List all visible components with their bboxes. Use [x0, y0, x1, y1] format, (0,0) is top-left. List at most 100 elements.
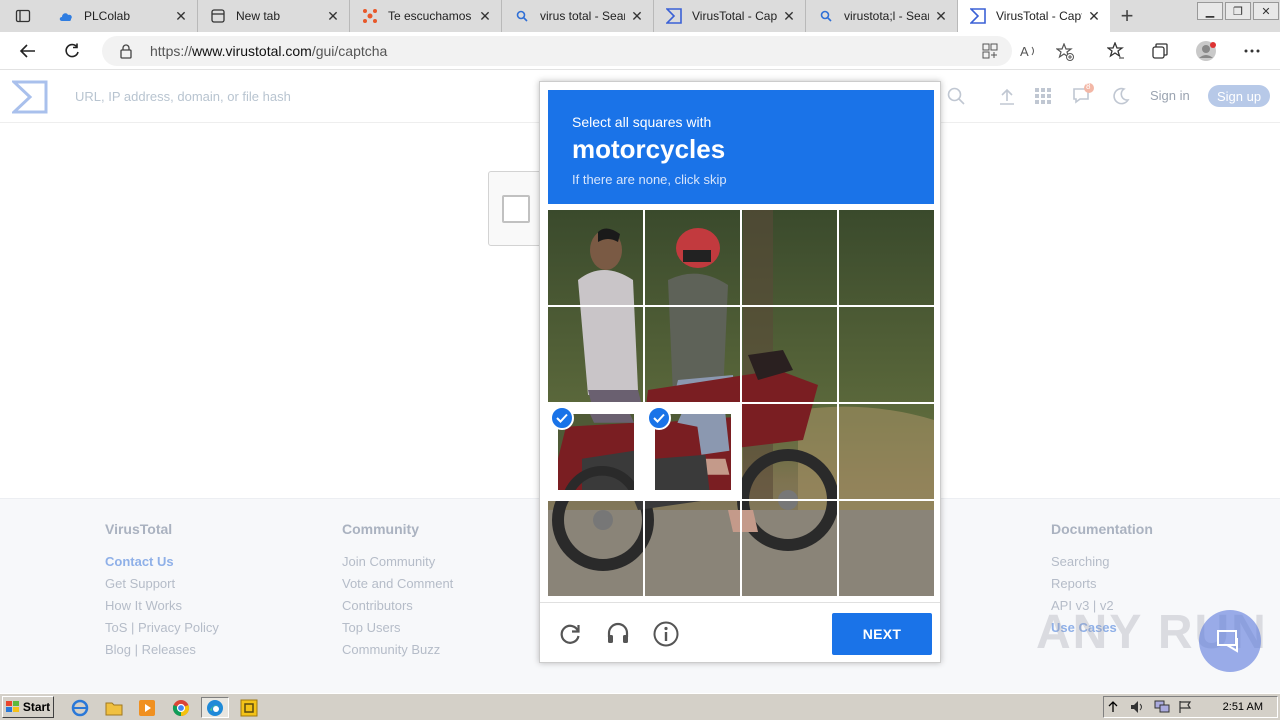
grid-tile[interactable]: [839, 210, 934, 305]
address-bar-row: https://www.virustotal.com/gui/captcha A: [0, 32, 1280, 70]
browser-tab-plcolab[interactable]: PLColab ✕: [46, 0, 198, 32]
sign-in-link[interactable]: Sign in: [1150, 88, 1190, 103]
upload-icon[interactable]: [998, 87, 1016, 108]
footer-link-support[interactable]: Get Support: [105, 573, 219, 595]
volume-icon[interactable]: [1130, 700, 1146, 717]
media-player-icon[interactable]: [135, 697, 159, 718]
footer-link-how-it-works[interactable]: How It Works: [105, 595, 219, 617]
footer-link-reports[interactable]: Reports: [1051, 573, 1153, 595]
browser-tab-search-virustotal-2[interactable]: virustota;l - Sear ✕: [806, 0, 958, 32]
file-explorer-icon[interactable]: [102, 697, 126, 718]
lock-icon[interactable]: [118, 43, 134, 59]
browser-tab-virustotal-captcha[interactable]: VirusTotal - Capt ✕: [654, 0, 806, 32]
action-center-flag-icon[interactable]: [1178, 700, 1192, 717]
close-tab-icon[interactable]: ✕: [933, 8, 949, 24]
search-icon: [514, 8, 530, 24]
grid-tile[interactable]: [548, 501, 643, 596]
tab-title: VirusTotal - Capt: [996, 9, 1082, 23]
tab-title: virus total - Sear: [540, 9, 625, 23]
help-info-icon[interactable]: [651, 619, 681, 649]
footer-link-tos-privacy[interactable]: ToS | Privacy Policy: [105, 617, 219, 639]
apps-grid-icon[interactable]: [1034, 87, 1052, 108]
footer-link-searching[interactable]: Searching: [1051, 551, 1153, 573]
collections-icon[interactable]: [1146, 37, 1174, 65]
recaptcha-challenge-dialog: Select all squares with motorcycles If t…: [539, 81, 941, 663]
edge-icon[interactable]: [201, 697, 229, 718]
grid-tile[interactable]: [645, 307, 740, 402]
footer-link-vote[interactable]: Vote and Comment: [342, 573, 453, 595]
grid-tile[interactable]: [548, 210, 643, 305]
grid-tile[interactable]: [839, 501, 934, 596]
footer-link-buzz[interactable]: Community Buzz: [342, 639, 453, 661]
footer-link-join[interactable]: Join Community: [342, 551, 453, 573]
browser-tab-virustotal-captcha-active[interactable]: VirusTotal - Capt ✕: [958, 0, 1110, 32]
sign-up-button[interactable]: Sign up: [1208, 85, 1270, 107]
grid-tile[interactable]: [742, 210, 837, 305]
internet-explorer-icon[interactable]: [68, 697, 92, 718]
challenge-target-object: motorcycles: [572, 134, 726, 164]
chrome-icon[interactable]: [169, 697, 193, 718]
close-tab-icon[interactable]: ✕: [325, 8, 341, 24]
tab-actions-menu-icon[interactable]: [0, 0, 46, 32]
restore-icon[interactable]: ❐: [1225, 2, 1251, 20]
favorites-icon[interactable]: [1102, 37, 1130, 65]
app-available-icon[interactable]: [982, 43, 998, 59]
tab-title: PLColab: [84, 9, 131, 23]
close-tab-icon[interactable]: ✕: [781, 8, 797, 24]
footer-heading: Documentation: [1051, 521, 1153, 537]
notifications-icon[interactable]: 8: [1072, 82, 1094, 108]
footer-link-blog[interactable]: Blog | Releases: [105, 639, 219, 661]
read-aloud-icon[interactable]: A: [1020, 43, 1038, 59]
minimize-icon[interactable]: ▁: [1197, 2, 1223, 20]
start-button[interactable]: Start: [2, 696, 54, 718]
footer-heading: VirusTotal: [105, 521, 173, 537]
virustotal-logo-icon[interactable]: [10, 80, 48, 114]
add-favorite-icon[interactable]: [1056, 43, 1074, 61]
search-input[interactable]: URL, IP address, domain, or file hash: [75, 89, 291, 104]
tile-selected-check-icon: [550, 406, 574, 430]
grid-tile-selected[interactable]: [645, 404, 740, 499]
grid-tile[interactable]: [742, 307, 837, 402]
grid-tile[interactable]: [645, 210, 740, 305]
grid-tile[interactable]: [742, 404, 837, 499]
footer-link-contact[interactable]: Contact Us: [105, 551, 219, 573]
dark-mode-icon[interactable]: [1112, 87, 1130, 108]
grid-tile[interactable]: [839, 307, 934, 402]
footer-link-contributors[interactable]: Contributors: [342, 595, 453, 617]
challenge-footer: NEXT: [540, 602, 940, 662]
back-icon[interactable]: [14, 37, 42, 65]
reload-challenge-icon[interactable]: [555, 619, 585, 649]
grid-tile[interactable]: [839, 404, 934, 499]
browser-tab-search-virustotal[interactable]: virus total - Sear ✕: [502, 0, 654, 32]
network-icon[interactable]: [1154, 700, 1170, 717]
footer-column-community: Community Join Community Vote and Commen…: [342, 521, 453, 661]
grid-tile[interactable]: [742, 501, 837, 596]
audio-challenge-icon[interactable]: [603, 619, 633, 649]
tray-expand-icon[interactable]: [1108, 700, 1118, 717]
url-domain: www.virustotal.com: [192, 43, 312, 59]
close-tab-icon[interactable]: ✕: [477, 8, 493, 24]
search-icon[interactable]: [947, 87, 965, 108]
grid-tile-selected[interactable]: [548, 404, 643, 499]
close-tab-icon[interactable]: ✕: [173, 8, 189, 24]
grid-tile[interactable]: [645, 501, 740, 596]
recaptcha-checkbox[interactable]: [502, 195, 530, 223]
footer-link-top-users[interactable]: Top Users: [342, 617, 453, 639]
outlook-app-icon[interactable]: [236, 697, 262, 718]
challenge-hint: If there are none, click skip: [572, 172, 727, 187]
close-tab-icon[interactable]: ✕: [629, 8, 645, 24]
grid-tile[interactable]: [548, 307, 643, 402]
tile-selected-check-icon: [647, 406, 671, 430]
refresh-icon[interactable]: [58, 37, 86, 65]
close-window-icon[interactable]: ✕: [1253, 2, 1279, 20]
new-tab-button[interactable]: +: [1110, 0, 1144, 32]
more-menu-icon[interactable]: [1238, 37, 1266, 65]
next-button[interactable]: NEXT: [832, 613, 932, 655]
virustotal-icon: [970, 8, 986, 24]
profile-avatar-icon[interactable]: [1192, 37, 1220, 65]
url-field[interactable]: https://www.virustotal.com/gui/captcha A: [102, 36, 1074, 66]
browser-tab-survey[interactable]: Te escuchamos ( ✕: [350, 0, 502, 32]
browser-tab-newtab[interactable]: New tab ✕: [198, 0, 350, 32]
tab-strip: PLColab ✕ New tab ✕ Te escuchamos ( ✕ vi…: [0, 0, 1280, 32]
close-tab-icon[interactable]: ✕: [1086, 8, 1102, 24]
